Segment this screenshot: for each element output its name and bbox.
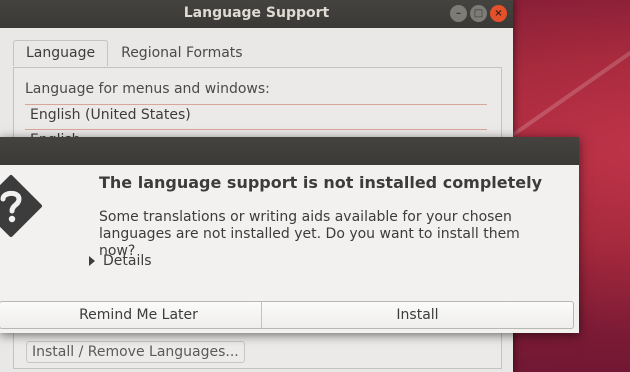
dialog-message-line: Some translations or writing aids availa… [99,209,512,225]
install-remove-languages-button[interactable]: Install / Remove Languages... [26,341,245,363]
install-button[interactable]: Install [262,302,573,328]
tab-bar: Language Regional Formats [13,40,256,66]
tab-regional-formats[interactable]: Regional Formats [108,40,255,66]
dialog-button-row: Remind Me Later Install [0,301,574,329]
dialog-heading: The language support is not installed co… [99,173,543,192]
dialog-titlebar[interactable] [0,137,579,165]
maximize-icon[interactable]: □ [470,5,487,22]
language-list-label: Language for menus and windows: [25,81,270,97]
question-icon [0,175,42,237]
window-title: Language Support [183,5,330,21]
window-controls: – □ × [450,5,507,22]
dialog-message: Some translations or writing aids availa… [99,209,559,260]
close-icon[interactable]: × [490,5,507,22]
details-expander[interactable]: Details [89,253,152,269]
remind-me-later-button[interactable]: Remind Me Later [0,302,262,328]
window-titlebar[interactable]: Language Support – □ × [0,0,513,28]
details-label: Details [103,253,152,269]
dialog-message-line: languages are not installed yet. Do you … [99,226,520,259]
list-item[interactable]: English (United States) [25,104,487,129]
tab-language[interactable]: Language [13,40,109,66]
expander-triangle-icon [89,256,95,266]
minimize-icon[interactable]: – [450,5,467,22]
install-prompt-dialog: The language support is not installed co… [0,137,579,333]
